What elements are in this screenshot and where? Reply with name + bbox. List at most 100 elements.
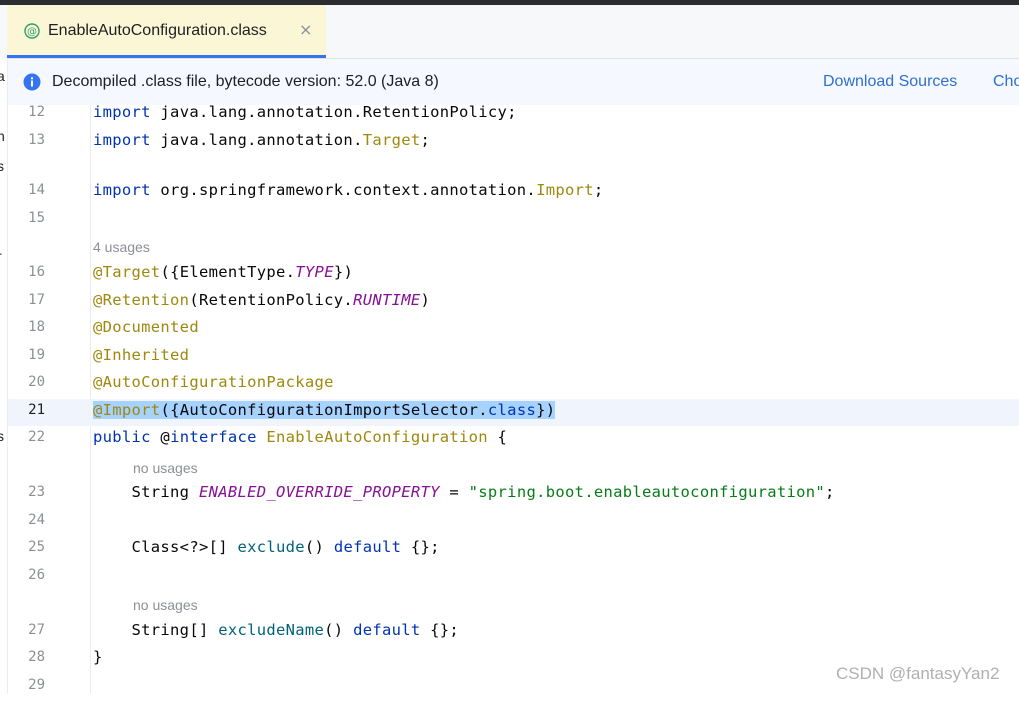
code-text: import org.springframework.context.annot… (93, 181, 604, 199)
code-token: {}; (401, 538, 440, 556)
code-token: public (93, 428, 151, 446)
line-number: 22 (28, 429, 45, 445)
code-token: import (93, 131, 151, 149)
usages-hint[interactable]: no usages (133, 460, 198, 476)
code-token: java.lang.annotation. (150, 131, 363, 149)
code-token: EnableAutoConfiguration (266, 428, 488, 446)
code-line[interactable]: 16 @Target({ElementType.TYPE}) (8, 261, 1019, 288)
code-line[interactable]: 14 import org.springframework.context.ann… (8, 179, 1019, 206)
code-line[interactable]: 12 import java.lang.annotation.RetentionP… (8, 101, 1019, 128)
line-number: 17 (28, 292, 45, 308)
line-number: 15 (28, 210, 45, 226)
left-panel-edge: a n s r s (0, 58, 8, 694)
code-line[interactable]: 24 (8, 509, 1019, 536)
code-token: {}; (420, 621, 460, 639)
code-token: interface (170, 428, 257, 446)
line-number: 26 (28, 567, 45, 583)
left-strip-text: s (0, 428, 4, 444)
download-sources-link[interactable]: Download Sources (823, 73, 957, 91)
code-token: org.springframework.context.annotation. (150, 181, 537, 199)
line-number: 21 (28, 402, 45, 418)
code-line[interactable]: 21 @Import({AutoConfigurationImportSelect… (8, 399, 1019, 426)
info-icon (23, 73, 41, 91)
code-token: default (353, 621, 421, 639)
code-text: @Target({ElementType.TYPE}) (93, 263, 353, 281)
code-token: }) (333, 263, 354, 281)
code-token: exclude (237, 538, 305, 556)
code-token: "spring.boot.enableautoconfiguration" (468, 483, 826, 501)
code-token: excludeName (218, 621, 325, 639)
code-text: import java.lang.annotation.RetentionPol… (93, 103, 517, 121)
code-token: @Retention (93, 291, 190, 309)
code-line[interactable]: 15 (8, 207, 1019, 234)
code-line[interactable]: 22 public @interface EnableAutoConfigurat… (8, 426, 1019, 453)
tab-label: EnableAutoConfiguration.class (48, 22, 267, 39)
code-text: import java.lang.annotation.Target; (93, 131, 430, 149)
choose-sources-link[interactable]: Cho (993, 73, 1019, 91)
code-token: @AutoConfigurationPackage (93, 373, 334, 391)
banner-text: Decompiled .class file, bytecode version… (52, 73, 439, 90)
code-line[interactable]: 25 Class<?>[] exclude() default {}; (8, 536, 1019, 563)
line-number: 28 (28, 649, 45, 665)
left-strip-text: a (0, 68, 5, 84)
code-token: () (324, 621, 354, 639)
code-token: @Documented (93, 318, 199, 336)
code-line[interactable]: 26 (8, 564, 1019, 591)
code-line[interactable]: 17 @Retention(RetentionPolicy.RUNTIME) (8, 289, 1019, 316)
code-editor[interactable]: 12 import java.lang.annotation.RetentionP… (8, 103, 1019, 694)
code-token: class (487, 401, 537, 419)
line-number: 14 (28, 182, 45, 198)
editor-tab-strip: @ EnableAutoConfiguration.class × (0, 5, 1019, 59)
code-token: ENABLED_OVERRIDE_PROPERTY (198, 483, 440, 501)
code-token: import (93, 103, 151, 121)
code-line[interactable]: 18 @Documented (8, 316, 1019, 343)
code-token: ; (593, 181, 604, 199)
code-token: () (304, 538, 334, 556)
code-token: @Target (93, 263, 161, 281)
code-token: @ (150, 428, 171, 446)
decompiled-notice-banner: Decompiled .class file, bytecode version… (8, 58, 1019, 106)
code-token: ({ElementType. (160, 263, 296, 281)
code-token: default (333, 538, 402, 556)
line-number: 24 (28, 512, 45, 528)
line-number: 12 (28, 104, 45, 120)
annotation-class-icon: @ (24, 23, 40, 39)
line-number: 29 (28, 677, 45, 693)
tab-enable-auto-configuration[interactable]: @ EnableAutoConfiguration.class × (7, 5, 326, 58)
usages-hint[interactable]: no usages (133, 597, 198, 613)
line-number: 20 (28, 374, 45, 390)
code-line[interactable]: 13 import java.lang.annotation.Target; (8, 129, 1019, 156)
code-token: RUNTIME (353, 291, 421, 309)
code-text: Class<?>[] exclude() default {}; (93, 538, 440, 556)
code-text: @Inherited (93, 346, 189, 364)
code-token: Target (362, 131, 421, 149)
line-number: 18 (28, 319, 45, 335)
selection-highlight: @Import({AutoConfigurationImportSelector… (93, 401, 556, 419)
code-token: { (487, 428, 508, 446)
code-token: @Import (93, 401, 161, 419)
code-token: (RetentionPolicy. (189, 291, 354, 309)
code-text: String[] excludeName() default {}; (93, 621, 459, 639)
code-line[interactable]: 27 String[] excludeName() default {}; (8, 619, 1019, 646)
code-text: @Retention(RetentionPolicy.RUNTIME) (93, 291, 430, 309)
code-line[interactable]: 23 String ENABLED_OVERRIDE_PROPERTY = "s… (8, 481, 1019, 508)
code-text: } (93, 648, 103, 666)
code-token: ({AutoConfigurationImportSelector. (160, 401, 488, 419)
left-strip-text: r (0, 248, 2, 264)
svg-text:@: @ (27, 27, 37, 38)
close-icon[interactable]: × (299, 20, 312, 39)
code-token: Class<?>[] (93, 538, 238, 556)
line-number: 25 (28, 539, 45, 555)
usages-hint[interactable]: 4 usages (93, 239, 150, 255)
line-number: 19 (28, 347, 45, 363)
left-strip-text: n (0, 128, 5, 144)
code-token: java.lang.annotation.RetentionPolicy; (150, 103, 517, 121)
line-number: 23 (28, 484, 45, 500)
code-token: String[] (93, 621, 219, 639)
code-line[interactable]: 20 @AutoConfigurationPackage (8, 371, 1019, 398)
code-line[interactable]: 19 @Inherited (8, 344, 1019, 371)
code-token: }) (536, 401, 556, 419)
code-text: @AutoConfigurationPackage (93, 373, 334, 391)
code-token: } (93, 648, 103, 666)
